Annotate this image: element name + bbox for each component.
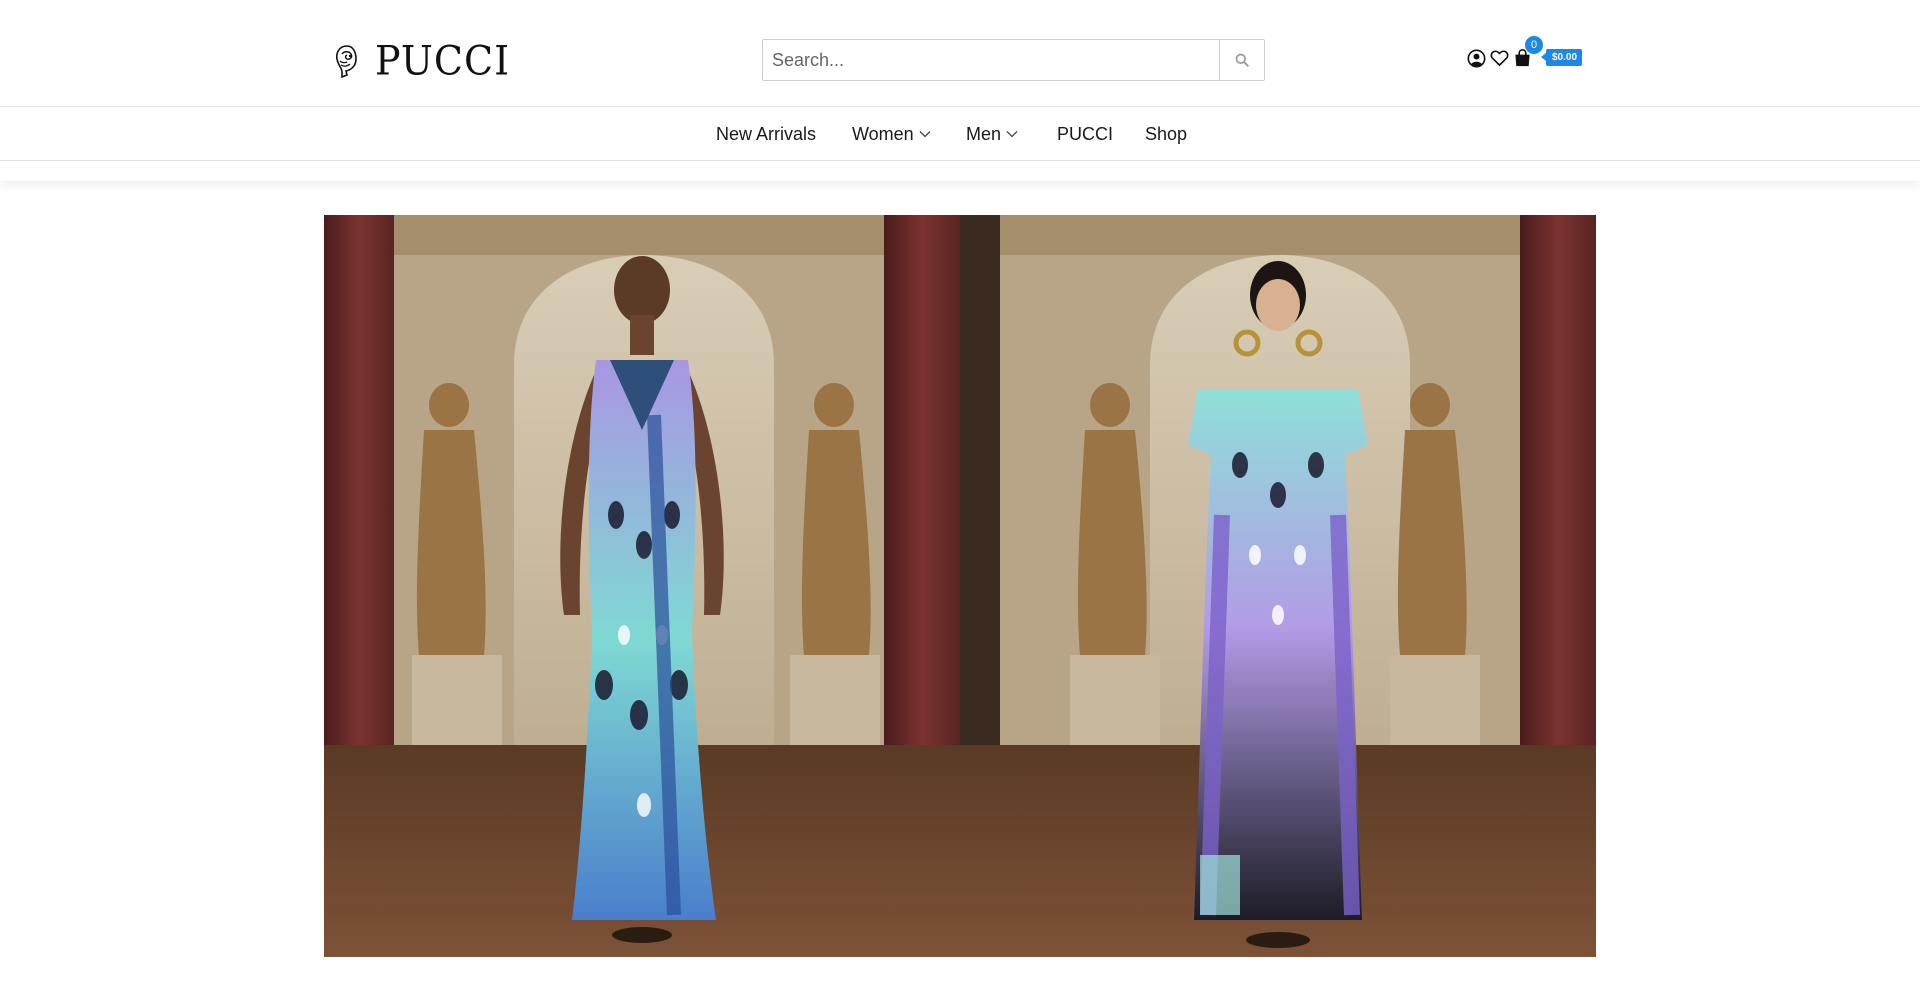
chevron-down-icon — [1006, 131, 1018, 138]
search-bar — [762, 39, 1265, 81]
nav-shadow-strip — [0, 161, 1920, 181]
search-icon — [1235, 53, 1249, 67]
nav-item-label: PUCCI — [1057, 123, 1114, 144]
nav-item-label: New Arrivals — [716, 123, 817, 144]
account-button[interactable] — [1466, 48, 1486, 68]
wishlist-button[interactable] — [1489, 48, 1509, 68]
search-input[interactable] — [763, 40, 1219, 80]
cart-total-badge: $0.00 — [1540, 49, 1583, 66]
user-icon — [1467, 49, 1485, 67]
pucci-medallion-icon — [336, 45, 357, 78]
nav-item-pucci[interactable]: PUCCI — [1057, 107, 1113, 161]
nav-item-label: Shop — [1145, 123, 1188, 144]
hero-image-right[interactable] — [960, 215, 1596, 957]
cart-count-badge: 0 — [1525, 36, 1543, 54]
search-button[interactable] — [1219, 40, 1264, 80]
nav-item-label: Men — [966, 123, 1002, 144]
hero-image-left[interactable] — [324, 215, 960, 957]
nav-item-women[interactable]: Women — [852, 107, 931, 161]
nav-item-new-arrivals[interactable]: New Arrivals — [716, 107, 816, 161]
brand-logo[interactable]: PUCCI — [333, 37, 511, 85]
heart-icon — [1490, 50, 1508, 66]
site-header: PUCCI 0 — [0, 0, 1920, 107]
runway-photo-illustration — [960, 215, 1596, 957]
runway-photo-illustration — [324, 215, 960, 957]
brand-wordmark: PUCCI — [375, 37, 511, 85]
main-nav: New Arrivals Women Men PUCCI Shop — [0, 107, 1920, 161]
nav-item-men[interactable]: Men — [966, 107, 1018, 161]
nav-item-shop[interactable]: Shop — [1145, 107, 1187, 161]
hero-banner[interactable] — [324, 215, 1596, 957]
chevron-down-icon — [919, 131, 931, 138]
nav-item-label: Women — [852, 123, 914, 144]
